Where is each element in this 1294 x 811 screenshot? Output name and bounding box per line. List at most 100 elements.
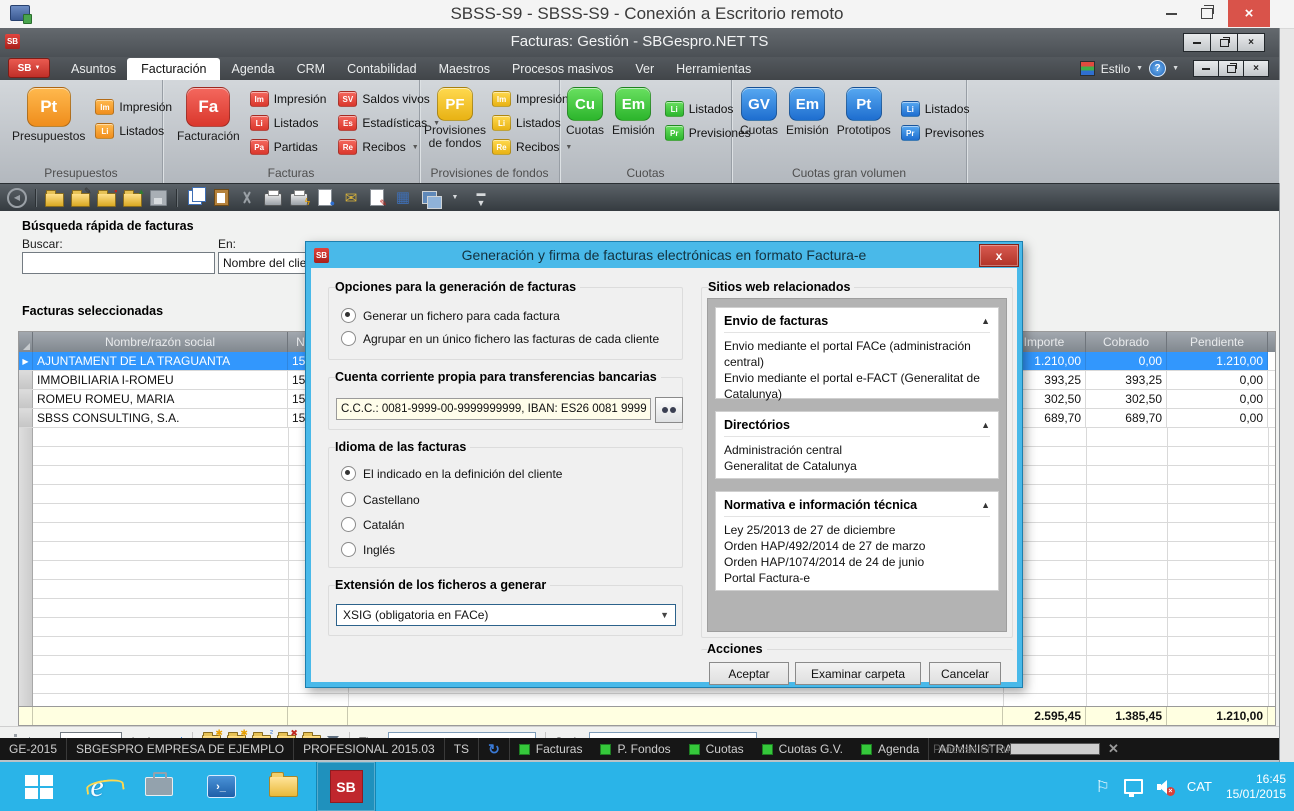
link-face[interactable]: Envio mediante el portal FACe (administr…	[724, 338, 990, 370]
help-icon[interactable]: ?	[1149, 60, 1166, 77]
column-header-cobrado[interactable]: Cobrado	[1086, 332, 1167, 352]
app-minimize-button[interactable]	[1184, 34, 1211, 51]
status-module-cuotas-gv[interactable]: Cuotas G.V.	[753, 738, 852, 760]
tab-contabilidad[interactable]: Contabilidad	[336, 58, 428, 80]
tab-asuntos[interactable]: Asuntos	[60, 58, 127, 80]
radio-agrupar-fichero[interactable]: Agrupar en un único fichero las facturas…	[341, 331, 659, 346]
status-module-cuotas[interactable]: Cuotas	[680, 738, 753, 760]
facturas-partidas-button[interactable]: PaPartidas	[250, 139, 327, 155]
taskbar-clock[interactable]: 16:45 15/01/2015	[1226, 772, 1286, 802]
presupuestos-button[interactable]: Pt Presupuestos	[12, 87, 85, 143]
file-explorer-button[interactable]	[254, 762, 312, 811]
tab-procesos-masivos[interactable]: Procesos masivos	[501, 58, 624, 80]
sb-application-menu-button[interactable]: SB▼	[8, 58, 50, 78]
collapse-icon[interactable]: ▲	[981, 420, 990, 430]
radio-ingles[interactable]: Inglés	[341, 542, 395, 557]
save-button[interactable]	[147, 188, 169, 208]
powershell-button[interactable]: ›_	[192, 762, 250, 811]
export-button[interactable]	[418, 188, 440, 208]
link-orden-1074[interactable]: Orden HAP/1074/2014 de 24 de junio	[724, 554, 990, 570]
app-close-button[interactable]: ×	[1238, 34, 1264, 51]
gv-emision-button[interactable]: Em Emisión	[786, 87, 829, 137]
status-module-fondos[interactable]: P. Fondos	[591, 738, 679, 760]
export-dropdown[interactable]: ▼	[444, 188, 466, 208]
tab-crm[interactable]: CRM	[286, 58, 336, 80]
quick-print-button[interactable]: ϟ	[288, 188, 310, 208]
tab-agenda[interactable]: Agenda	[220, 58, 285, 80]
tab-herramientas[interactable]: Herramientas	[665, 58, 762, 80]
gv-cuotas-button[interactable]: GV Cuotas	[740, 87, 778, 137]
column-header-name[interactable]: Nombre/razón social	[33, 332, 288, 352]
radio-castellano[interactable]: Castellano	[341, 492, 420, 507]
process-cancel-icon[interactable]: ✕	[1108, 741, 1119, 757]
collapse-icon[interactable]: ▲	[981, 316, 990, 326]
cancelar-button[interactable]: Cancelar	[929, 662, 1001, 685]
estilo-button[interactable]: Estilo	[1101, 62, 1130, 76]
presupuestos-impresion-button[interactable]: ImImpresión	[95, 99, 172, 115]
cuotas-button[interactable]: Cu Cuotas	[566, 87, 604, 137]
radio-fichero-por-factura[interactable]: Generar un fichero para cada factura	[341, 308, 560, 323]
buscar-cuenta-button[interactable]	[655, 397, 683, 423]
ribbon-minimize-button[interactable]	[1194, 61, 1219, 76]
tab-ver[interactable]: Ver	[624, 58, 665, 80]
facturas-listados-button[interactable]: LiListados	[250, 115, 327, 131]
network-icon[interactable]	[1124, 779, 1143, 794]
gv-prototipos-button[interactable]: Pt Prototipos	[837, 87, 891, 137]
emision-button[interactable]: Em Emisión	[612, 87, 655, 137]
provisiones-button[interactable]: PF Provisionesde fondos	[424, 87, 486, 150]
ribbon-restore-button[interactable]	[1219, 61, 1244, 76]
link-portal-facturae[interactable]: Portal Factura-e	[724, 570, 990, 586]
tab-maestros[interactable]: Maestros	[428, 58, 501, 80]
link-efact[interactable]: Envio mediante el portal e-FACT (General…	[724, 370, 990, 402]
server-manager-button[interactable]	[130, 762, 188, 811]
new-button[interactable]	[43, 188, 65, 208]
extension-select[interactable]: XSIG (obligatoria en FACe) ▼	[336, 604, 676, 626]
cuenta-corriente-input[interactable]: C.C.C.: 0081-9999-00-9999999999, IBAN: E…	[336, 398, 651, 420]
link-generalitat[interactable]: Generalitat de Catalunya	[724, 458, 990, 474]
design-button[interactable]: ✎	[366, 188, 388, 208]
facturacion-button[interactable]: Fa Facturación	[177, 87, 240, 143]
start-button[interactable]	[10, 762, 68, 811]
rdp-minimize-button[interactable]	[1156, 0, 1186, 27]
keyboard-language[interactable]: CAT	[1187, 779, 1212, 794]
toolbar-options-button[interactable]: ▬▼	[470, 188, 492, 208]
aceptar-button[interactable]: Aceptar	[709, 662, 789, 685]
radio-idioma-cliente[interactable]: El indicado en la definición del cliente	[341, 466, 562, 481]
edit-button[interactable]: ✎	[69, 188, 91, 208]
rdp-close-button[interactable]: ×	[1228, 0, 1270, 27]
delete-button[interactable]: ▪	[95, 188, 117, 208]
preview-button[interactable]: ●	[314, 188, 336, 208]
tab-facturacion[interactable]: Facturación	[127, 58, 220, 80]
sbss-app-taskbar-button[interactable]: SB	[316, 762, 376, 811]
status-module-agenda[interactable]: Agenda	[852, 738, 929, 760]
collapse-icon[interactable]: ▲	[981, 500, 990, 510]
presupuestos-listados-button[interactable]: LiListados	[95, 123, 172, 139]
copy-button[interactable]	[184, 188, 206, 208]
open-button[interactable]: ▴	[121, 188, 143, 208]
chevron-down-icon[interactable]: ▼	[1136, 65, 1143, 72]
rdp-restore-button[interactable]	[1192, 0, 1222, 27]
paste-button[interactable]	[210, 188, 232, 208]
link-ley[interactable]: Ley 25/2013 de 27 de diciembre	[724, 522, 990, 538]
volume-muted-icon[interactable]: ×	[1157, 780, 1173, 794]
internet-explorer-button[interactable]: e	[68, 762, 126, 811]
dialog-close-button[interactable]: x	[979, 244, 1019, 267]
link-orden-492[interactable]: Orden HAP/492/2014 de 27 de marzo	[724, 538, 990, 554]
chevron-down-icon[interactable]: ▼	[1172, 65, 1179, 72]
action-center-flag-icon[interactable]: ⚐	[1096, 777, 1110, 797]
facturas-impresion-button[interactable]: ImImpresión	[250, 91, 327, 107]
cut-button[interactable]	[236, 188, 258, 208]
select-all-cell[interactable]	[19, 332, 33, 352]
email-button[interactable]: ✉	[340, 188, 362, 208]
radio-catalan[interactable]: Catalán	[341, 517, 404, 532]
examinar-carpeta-button[interactable]: Examinar carpeta	[795, 662, 921, 685]
app-restore-button[interactable]	[1211, 34, 1238, 51]
print-button[interactable]	[262, 188, 284, 208]
grid-view-button[interactable]: ▦	[392, 188, 414, 208]
ribbon-close-button[interactable]: ×	[1244, 61, 1268, 76]
search-input[interactable]	[22, 252, 215, 274]
status-module-facturas[interactable]: Facturas	[510, 738, 592, 760]
link-admin-central[interactable]: Administración central	[724, 442, 990, 458]
column-header-pendiente[interactable]: Pendiente	[1167, 332, 1268, 352]
back-button[interactable]: ◀	[6, 188, 28, 208]
